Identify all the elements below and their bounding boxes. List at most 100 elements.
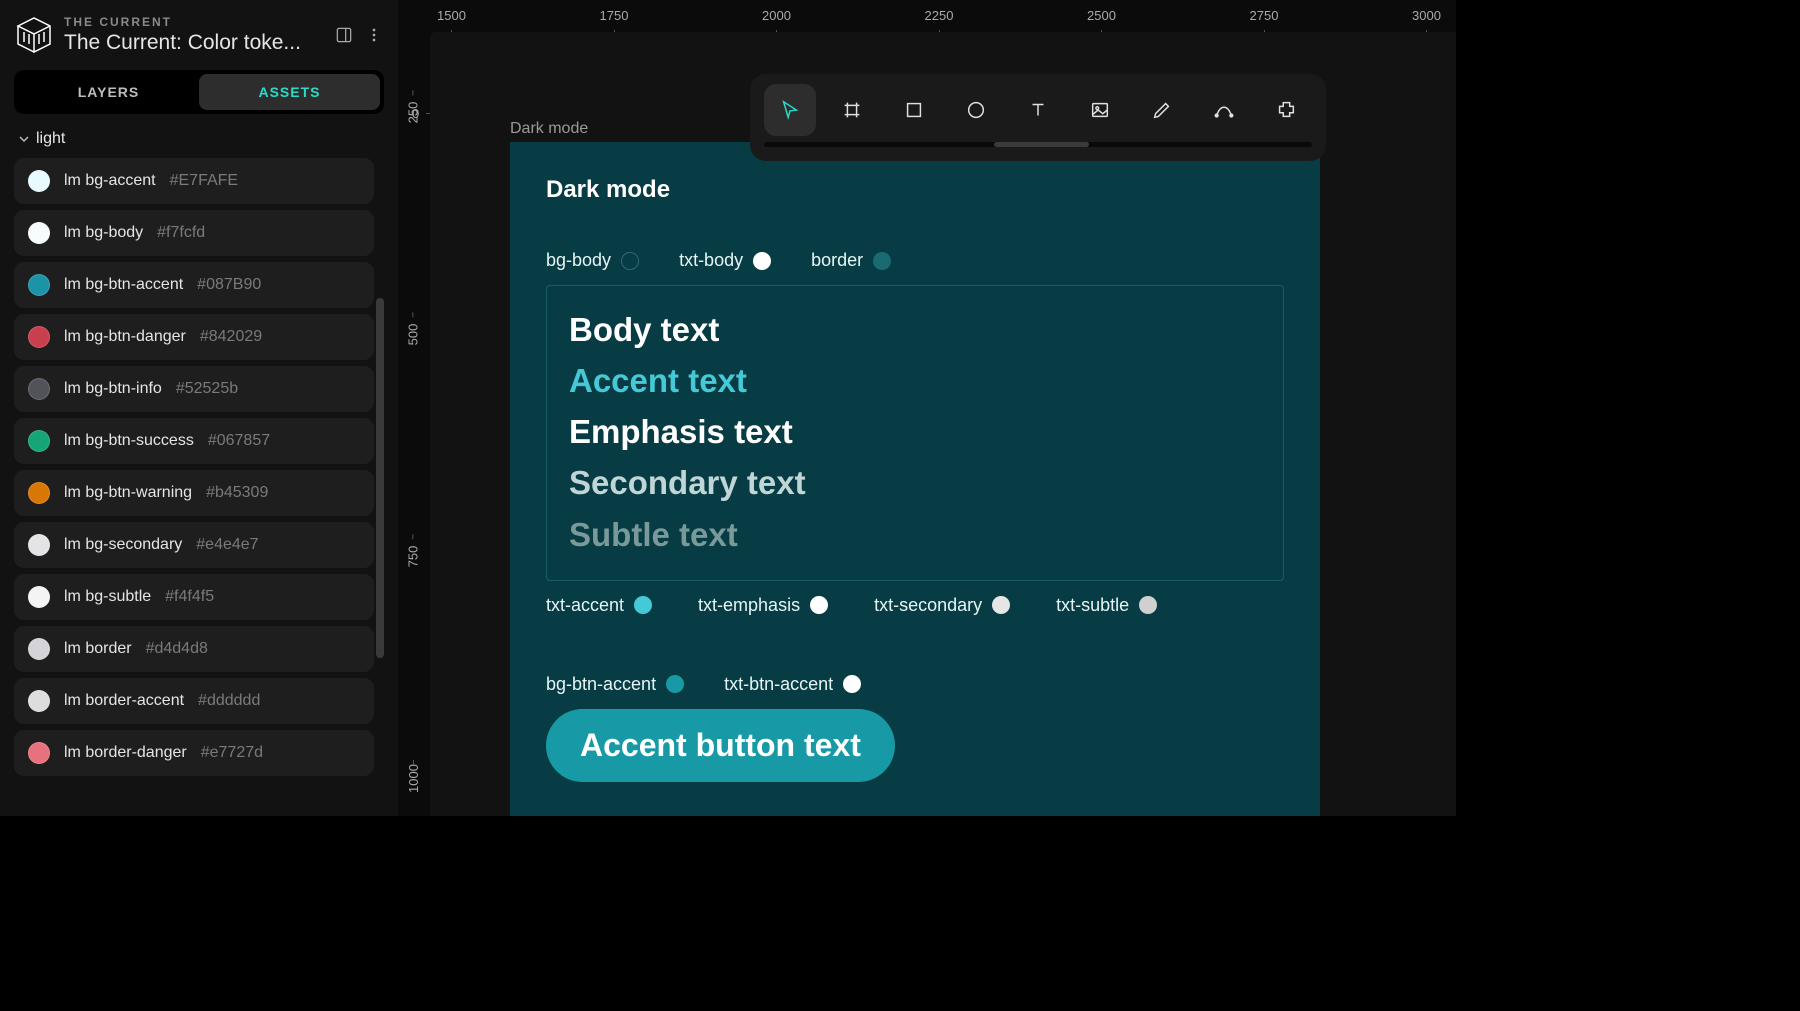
- token-name: bg-body: [546, 250, 611, 271]
- asset-name: lm bg-btn-danger: [64, 328, 186, 346]
- asset-item[interactable]: lm bg-body#f7fcfd: [14, 210, 374, 256]
- frame-label[interactable]: Dark mode: [510, 120, 588, 138]
- token-label: txt-accent: [546, 595, 652, 616]
- asset-item[interactable]: lm border #d4d4d8: [14, 626, 374, 672]
- color-swatch: [28, 430, 50, 452]
- asset-hex: #E7FAFE: [170, 172, 238, 190]
- asset-hex: #842029: [200, 328, 262, 346]
- ruler-zero: 0: [412, 106, 419, 121]
- asset-hex: #52525b: [176, 380, 238, 398]
- asset-item[interactable]: lm bg-secondary #e4e4e7: [14, 522, 374, 568]
- tool-rectangle[interactable]: [888, 84, 940, 136]
- asset-name: lm border: [64, 640, 132, 658]
- more-menu-icon[interactable]: [364, 25, 384, 45]
- asset-item[interactable]: lm border-danger#e7727d: [14, 730, 374, 776]
- accent-button-sample: Accent button text: [546, 709, 895, 782]
- panel-toggle-icon[interactable]: [334, 25, 354, 45]
- scrollbar-thumb[interactable]: [376, 298, 384, 658]
- ruler-tick: 2000: [762, 8, 791, 23]
- token-label: bg-btn-accent: [546, 674, 684, 695]
- asset-item[interactable]: lm bg-btn-danger #842029: [14, 314, 374, 360]
- ruler-top: 1500175020002250250027503000: [422, 0, 1456, 30]
- section-toggle-light[interactable]: light: [14, 124, 384, 158]
- color-swatch: [28, 326, 50, 348]
- asset-name: lm bg-btn-success: [64, 432, 194, 450]
- tab-assets[interactable]: ASSETS: [199, 74, 380, 110]
- token-chip: [621, 252, 639, 270]
- text-sample-panel: Body text Accent text Emphasis text Seco…: [546, 285, 1284, 581]
- toolbar: [750, 74, 1326, 161]
- token-name: bg-btn-accent: [546, 674, 656, 695]
- labels-row-btn: bg-btn-accent txt-btn-accent: [546, 674, 1284, 695]
- chevron-down-icon: [18, 133, 30, 145]
- sidebar-tabbar: LAYERS ASSETS: [14, 70, 384, 114]
- token-label: txt-subtle: [1056, 595, 1157, 616]
- asset-item[interactable]: lm bg-accent#E7FAFE: [14, 158, 374, 204]
- color-swatch: [28, 586, 50, 608]
- asset-hex: #f4f4f5: [165, 588, 214, 606]
- asset-item[interactable]: lm bg-btn-info #52525b: [14, 366, 374, 412]
- token-label: txt-btn-accent: [724, 674, 861, 695]
- ruler-tick: 1000: [405, 764, 420, 793]
- tool-curve[interactable]: [1198, 84, 1250, 136]
- tool-text[interactable]: [1012, 84, 1064, 136]
- brand-label: THE CURRENT: [64, 15, 324, 29]
- token-chip: [810, 596, 828, 614]
- frame-title: Dark mode: [546, 176, 1284, 204]
- token-label: txt-emphasis: [698, 595, 828, 616]
- ruler-tick: 750: [405, 546, 420, 568]
- asset-item[interactable]: lm bg-btn-accent#087B90: [14, 262, 374, 308]
- asset-name: lm border-danger: [64, 744, 187, 762]
- asset-name: lm bg-btn-warning: [64, 484, 192, 502]
- color-swatch: [28, 274, 50, 296]
- token-chip: [666, 675, 684, 693]
- tool-ellipse[interactable]: [950, 84, 1002, 136]
- token-chip: [843, 675, 861, 693]
- token-name: txt-secondary: [874, 595, 982, 616]
- color-swatch: [28, 638, 50, 660]
- asset-item[interactable]: lm bg-btn-success #067857: [14, 418, 374, 464]
- asset-name: lm bg-secondary: [64, 536, 182, 554]
- asset-item[interactable]: lm border-accent#dddddd: [14, 678, 374, 724]
- tool-pencil[interactable]: [1136, 84, 1188, 136]
- tool-plugins[interactable]: [1260, 84, 1312, 136]
- token-name: border: [811, 250, 863, 271]
- tool-frame[interactable]: [826, 84, 878, 136]
- token-name: txt-emphasis: [698, 595, 800, 616]
- token-chip: [1139, 596, 1157, 614]
- sample-body-text: Body text: [569, 304, 1261, 355]
- asset-name: lm bg-body: [64, 224, 143, 242]
- asset-hex: #067857: [208, 432, 270, 450]
- token-name: txt-accent: [546, 595, 624, 616]
- token-label: border: [811, 250, 891, 271]
- asset-hex: #e4e4e7: [196, 536, 258, 554]
- token-name: txt-subtle: [1056, 595, 1129, 616]
- ruler-tick: 500: [405, 324, 420, 346]
- tool-image[interactable]: [1074, 84, 1126, 136]
- frame-dark-mode[interactable]: Dark mode bg-body txt-body border Body tex…: [510, 142, 1320, 816]
- asset-item[interactable]: lm bg-subtle #f4f4f5: [14, 574, 374, 620]
- token-chip: [992, 596, 1010, 614]
- asset-name: lm bg-subtle: [64, 588, 151, 606]
- sample-subtle-text: Subtle text: [569, 509, 1261, 560]
- token-chip: [873, 252, 891, 270]
- ruler-left: 2505007501000: [398, 30, 428, 816]
- ruler-tick: 2250: [925, 8, 954, 23]
- ruler-tick: 1750: [600, 8, 629, 23]
- ruler-tick: 1500: [437, 8, 466, 23]
- section-name: light: [36, 130, 65, 148]
- asset-name: lm bg-btn-info: [64, 380, 162, 398]
- canvas-area[interactable]: 1500175020002250250027503000 0 250500750…: [398, 0, 1456, 816]
- color-swatch: [28, 742, 50, 764]
- color-swatch: [28, 222, 50, 244]
- sample-accent-text: Accent text: [569, 355, 1261, 406]
- document-title: The Current: Color toke...: [64, 31, 324, 55]
- toolbar-scrollbar[interactable]: [764, 142, 1312, 147]
- token-name: txt-btn-accent: [724, 674, 833, 695]
- asset-hex: #d4d4d8: [146, 640, 208, 658]
- asset-item[interactable]: lm bg-btn-warning#b45309: [14, 470, 374, 516]
- canvas-inner[interactable]: Dark mode Dark mode bg-body txt-body borde…: [430, 32, 1456, 816]
- token-label: txt-body: [679, 250, 771, 271]
- tab-layers[interactable]: LAYERS: [18, 74, 199, 110]
- tool-select[interactable]: [764, 84, 816, 136]
